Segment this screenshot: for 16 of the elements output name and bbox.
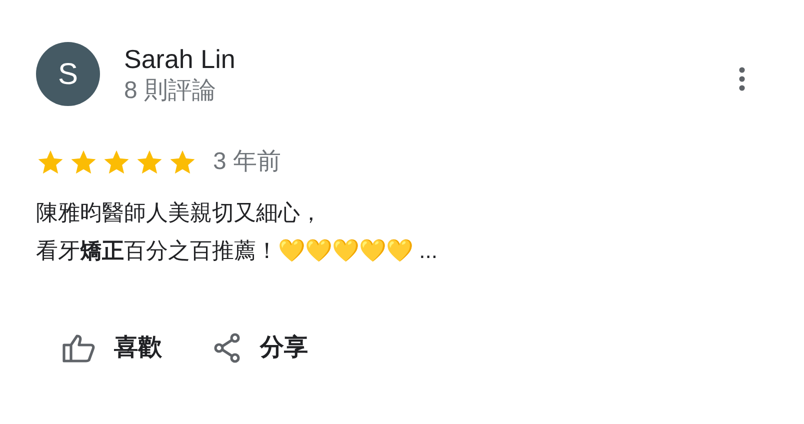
star-icon — [168, 148, 197, 176]
author-name: Sarah Lin — [124, 43, 236, 76]
more-vert-icon — [739, 67, 745, 91]
avatar: S — [36, 42, 100, 106]
review-text: 看牙矯正百分之百推薦！💛💛💛💛💛 ... — [36, 237, 438, 265]
star-icon — [36, 148, 65, 176]
star-icon — [69, 148, 98, 176]
review-time: 3 年前 — [213, 147, 282, 177]
star-icon — [135, 148, 164, 176]
review-text: 陳雅昀醫師人美親切又細心， — [36, 199, 322, 227]
thumbs-up-icon — [62, 333, 96, 363]
review-count: 8 則評論 — [124, 76, 218, 106]
star-icon — [102, 148, 131, 176]
share-button[interactable]: 分享 — [208, 326, 314, 370]
like-button[interactable]: 喜歡 — [56, 326, 168, 370]
share-icon — [214, 333, 242, 363]
